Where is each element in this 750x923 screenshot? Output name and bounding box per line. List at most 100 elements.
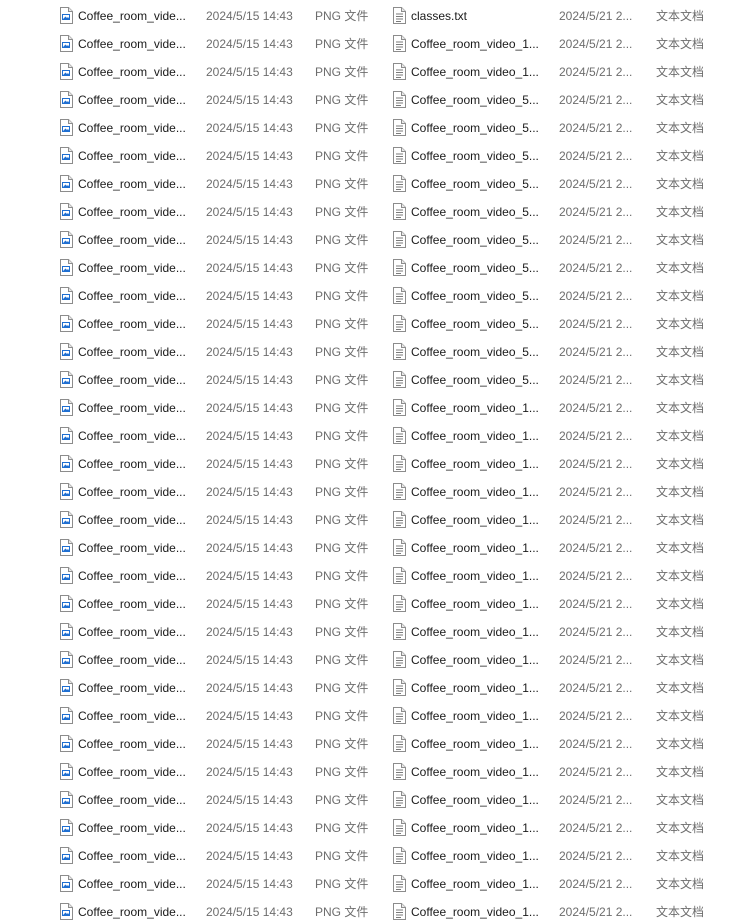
file-row[interactable]: Coffee_room_video_1... 2024/5/21 2... 文本文档 [382, 450, 750, 478]
file-row[interactable]: Coffee_room_video_1... 2024/5/21 2... 文本文档 [382, 618, 750, 646]
file-row[interactable]: Coffee_room_vide... 2024/5/15 14:43 PNG 文件 [0, 730, 382, 758]
file-row[interactable]: Coffee_room_video_1... 2024/5/21 2... 文本文档 [382, 674, 750, 702]
file-row[interactable]: Coffee_room_vide... 2024/5/15 14:43 PNG 文件 [0, 534, 382, 562]
file-row[interactable]: Coffee_room_video_1... 2024/5/21 2... 文本文档 [382, 30, 750, 58]
file-row[interactable]: Coffee_room_video_5... 2024/5/21 2... 文本文档 [382, 170, 750, 198]
file-row[interactable]: Coffee_room_video_1... 2024/5/21 2... 文本文档 [382, 590, 750, 618]
file-row[interactable]: Coffee_room_vide... 2024/5/15 14:43 PNG 文件 [0, 898, 382, 923]
file-row[interactable]: Coffee_room_vide... 2024/5/15 14:43 PNG 文件 [0, 198, 382, 226]
file-modified-date: 2024/5/15 14:43 [206, 289, 293, 303]
file-row[interactable]: Coffee_room_vide... 2024/5/15 14:43 PNG 文件 [0, 30, 382, 58]
file-name: Coffee_room_vide... [78, 597, 186, 611]
file-row[interactable]: Coffee_room_vide... 2024/5/15 14:43 PNG 文件 [0, 674, 382, 702]
text-document-icon [393, 763, 406, 780]
file-row[interactable]: Coffee_room_video_5... 2024/5/21 2... 文本文档 [382, 198, 750, 226]
png-image-file-icon [60, 399, 73, 416]
file-modified-date: 2024/5/15 14:43 [206, 569, 293, 583]
file-row[interactable]: Coffee_room_video_1... 2024/5/21 2... 文本文档 [382, 422, 750, 450]
file-row[interactable]: Coffee_room_vide... 2024/5/15 14:43 PNG 文件 [0, 478, 382, 506]
file-row[interactable]: Coffee_room_vide... 2024/5/15 14:43 PNG 文件 [0, 590, 382, 618]
file-row[interactable]: Coffee_room_video_1... 2024/5/21 2... 文本文档 [382, 702, 750, 730]
text-document-icon [393, 259, 406, 276]
file-row[interactable]: Coffee_room_video_1... 2024/5/21 2... 文本文档 [382, 646, 750, 674]
file-row[interactable]: Coffee_room_video_1... 2024/5/21 2... 文本文档 [382, 478, 750, 506]
file-row[interactable]: Coffee_room_vide... 2024/5/15 14:43 PNG 文件 [0, 646, 382, 674]
file-row[interactable]: Coffee_room_video_1... 2024/5/21 2... 文本文档 [382, 814, 750, 842]
file-type: 文本文档 [656, 317, 705, 331]
file-row[interactable]: Coffee_room_vide... 2024/5/15 14:43 PNG 文件 [0, 254, 382, 282]
file-row[interactable]: Coffee_room_video_5... 2024/5/21 2... 文本文档 [382, 366, 750, 394]
png-image-file-icon [60, 371, 73, 388]
file-row[interactable]: Coffee_room_video_5... 2024/5/21 2... 文本文档 [382, 114, 750, 142]
file-name: Coffee_room_video_1... [411, 681, 539, 695]
file-name: Coffee_room_vide... [78, 765, 186, 779]
file-row[interactable]: Coffee_room_vide... 2024/5/15 14:43 PNG 文件 [0, 450, 382, 478]
file-name: Coffee_room_video_5... [411, 93, 539, 107]
file-row[interactable]: Coffee_room_vide... 2024/5/15 14:43 PNG 文件 [0, 86, 382, 114]
file-row[interactable]: Coffee_room_vide... 2024/5/15 14:43 PNG 文件 [0, 226, 382, 254]
file-row[interactable]: Coffee_room_vide... 2024/5/15 14:43 PNG 文件 [0, 814, 382, 842]
file-row[interactable]: Coffee_room_vide... 2024/5/15 14:43 PNG 文件 [0, 758, 382, 786]
file-row[interactable]: Coffee_room_video_5... 2024/5/21 2... 文本文档 [382, 254, 750, 282]
file-row[interactable]: classes.txt 2024/5/21 2... 文本文档 [382, 2, 750, 30]
file-type: 文本文档 [656, 121, 705, 135]
file-row[interactable]: Coffee_room_video_1... 2024/5/21 2... 文本文档 [382, 58, 750, 86]
file-row[interactable]: Coffee_room_vide... 2024/5/15 14:43 PNG 文件 [0, 114, 382, 142]
png-image-file-icon [60, 147, 73, 164]
png-image-file-icon [60, 903, 73, 920]
file-row[interactable]: Coffee_room_video_5... 2024/5/21 2... 文本文档 [382, 338, 750, 366]
text-document-icon [393, 175, 406, 192]
file-row[interactable]: Coffee_room_video_1... 2024/5/21 2... 文本文档 [382, 870, 750, 898]
file-row[interactable]: Coffee_room_vide... 2024/5/15 14:43 PNG 文件 [0, 618, 382, 646]
file-row[interactable]: Coffee_room_video_1... 2024/5/21 2... 文本文档 [382, 730, 750, 758]
file-row[interactable]: Coffee_room_vide... 2024/5/15 14:43 PNG 文件 [0, 422, 382, 450]
file-row[interactable]: Coffee_room_vide... 2024/5/15 14:43 PNG 文件 [0, 394, 382, 422]
file-row[interactable]: Coffee_room_vide... 2024/5/15 14:43 PNG 文件 [0, 366, 382, 394]
file-type: PNG 文件 [315, 65, 369, 79]
file-row[interactable]: Coffee_room_video_1... 2024/5/21 2... 文本文档 [382, 758, 750, 786]
file-row[interactable]: Coffee_room_video_1... 2024/5/21 2... 文本文档 [382, 534, 750, 562]
text-document-icon [393, 35, 406, 52]
file-row[interactable]: Coffee_room_vide... 2024/5/15 14:43 PNG 文件 [0, 170, 382, 198]
file-row[interactable]: Coffee_room_vide... 2024/5/15 14:43 PNG 文件 [0, 562, 382, 590]
file-name: Coffee_room_vide... [78, 737, 186, 751]
file-type: 文本文档 [656, 569, 705, 583]
file-row[interactable]: Coffee_room_video_1... 2024/5/21 2... 文本文档 [382, 506, 750, 534]
png-image-file-icon [60, 259, 73, 276]
file-row[interactable]: Coffee_room_video_5... 2024/5/21 2... 文本文档 [382, 86, 750, 114]
file-type: 文本文档 [656, 93, 705, 107]
file-row[interactable]: Coffee_room_video_5... 2024/5/21 2... 文本文档 [382, 310, 750, 338]
file-row[interactable]: Coffee_room_vide... 2024/5/15 14:43 PNG 文件 [0, 786, 382, 814]
file-row[interactable]: Coffee_room_vide... 2024/5/15 14:43 PNG 文件 [0, 282, 382, 310]
file-type: PNG 文件 [315, 709, 369, 723]
file-row[interactable]: Coffee_room_video_1... 2024/5/21 2... 文本文档 [382, 562, 750, 590]
file-row[interactable]: Coffee_room_vide... 2024/5/15 14:43 PNG 文件 [0, 842, 382, 870]
file-row[interactable]: Coffee_room_vide... 2024/5/15 14:43 PNG 文件 [0, 506, 382, 534]
file-modified-date: 2024/5/21 2... [559, 261, 633, 275]
file-row[interactable]: Coffee_room_video_1... 2024/5/21 2... 文本文档 [382, 786, 750, 814]
file-row[interactable]: Coffee_room_vide... 2024/5/15 14:43 PNG 文件 [0, 58, 382, 86]
file-row[interactable]: Coffee_room_video_5... 2024/5/21 2... 文本文档 [382, 142, 750, 170]
file-row[interactable]: Coffee_room_video_5... 2024/5/21 2... 文本文档 [382, 226, 750, 254]
file-modified-date: 2024/5/21 2... [559, 345, 633, 359]
file-row[interactable]: Coffee_room_vide... 2024/5/15 14:43 PNG 文件 [0, 338, 382, 366]
png-image-file-icon [60, 707, 73, 724]
file-type: PNG 文件 [315, 93, 369, 107]
file-row[interactable]: Coffee_room_vide... 2024/5/15 14:43 PNG 文件 [0, 702, 382, 730]
file-name: Coffee_room_vide... [78, 121, 186, 135]
file-type: 文本文档 [656, 177, 705, 191]
png-image-file-icon [60, 315, 73, 332]
file-name: Coffee_room_vide... [78, 177, 186, 191]
file-row[interactable]: Coffee_room_vide... 2024/5/15 14:43 PNG 文件 [0, 2, 382, 30]
file-type: PNG 文件 [315, 737, 369, 751]
file-row[interactable]: Coffee_room_vide... 2024/5/15 14:43 PNG 文件 [0, 142, 382, 170]
file-row[interactable]: Coffee_room_video_5... 2024/5/21 2... 文本文档 [382, 282, 750, 310]
file-type: PNG 文件 [315, 653, 369, 667]
file-name: Coffee_room_vide... [78, 849, 186, 863]
file-row[interactable]: Coffee_room_vide... 2024/5/15 14:43 PNG 文件 [0, 870, 382, 898]
file-row[interactable]: Coffee_room_vide... 2024/5/15 14:43 PNG 文件 [0, 310, 382, 338]
file-row[interactable]: Coffee_room_video_1... 2024/5/21 2... 文本文档 [382, 842, 750, 870]
file-type: 文本文档 [656, 373, 705, 387]
file-row[interactable]: Coffee_room_video_1... 2024/5/21 2... 文本文档 [382, 394, 750, 422]
file-row[interactable]: Coffee_room_video_1... 2024/5/21 2... 文本文档 [382, 898, 750, 923]
